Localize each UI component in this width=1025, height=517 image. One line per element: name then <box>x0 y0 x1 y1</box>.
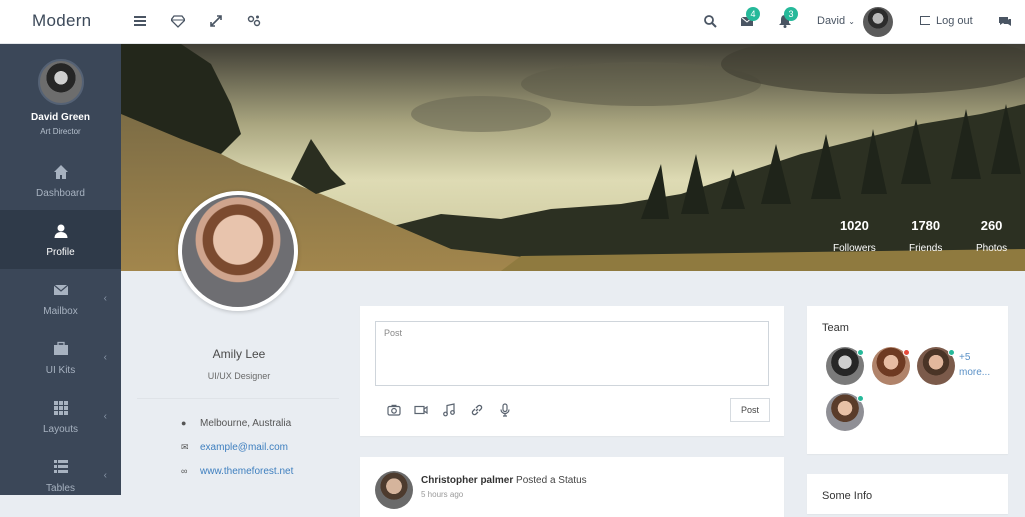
stat-value: 1020 <box>839 218 869 233</box>
stat-label: Friends <box>909 243 943 254</box>
chevron-left-icon: ‹ <box>103 293 107 304</box>
chevron-down-icon: ⌄ <box>848 17 855 26</box>
profile-avatar[interactable] <box>178 191 298 311</box>
profile-location: ● Melbourne, Australia <box>181 418 291 429</box>
user-menu-name: David <box>817 15 846 27</box>
chevron-left-icon: ‹ <box>103 352 107 363</box>
status-dot <box>903 349 910 356</box>
stat-photos[interactable]: 260 Photos <box>976 218 1007 254</box>
sidebar-user-name: David Green <box>31 112 90 123</box>
sidebar-avatar[interactable] <box>38 59 84 105</box>
user-icon <box>54 224 67 238</box>
team-title: Team <box>822 322 849 334</box>
stat-value: 1780 <box>911 218 941 233</box>
feed-author-line: Christopher palmer Posted a Status <box>421 475 587 486</box>
feed-post-card: Christopher palmer Posted a Status 5 hou… <box>360 457 784 517</box>
logout-icon <box>920 16 930 25</box>
profile-role: UI/UX Designer <box>207 371 271 381</box>
diamond-icon[interactable] <box>171 14 185 28</box>
team-member-avatar[interactable] <box>872 347 910 385</box>
team-more-count: +5 <box>959 352 971 363</box>
team-member-avatar[interactable] <box>826 393 864 431</box>
avatar[interactable] <box>375 471 413 509</box>
grid-icon <box>53 401 68 415</box>
menu-icon[interactable] <box>133 14 147 28</box>
briefcase-icon <box>53 341 68 355</box>
chat-icon[interactable] <box>998 14 1012 28</box>
post-textarea[interactable]: Post <box>375 321 769 386</box>
stat-value: 260 <box>980 218 1003 233</box>
search-icon[interactable] <box>703 14 717 28</box>
notification-count-badge: 3 <box>784 7 798 21</box>
status-dot <box>857 395 864 402</box>
sidebar-item-label: UI Kits <box>45 365 76 376</box>
sidebar-item-profile[interactable]: Profile <box>0 210 121 269</box>
chevron-left-icon: ‹ <box>103 411 107 422</box>
link-icon: ∞ <box>181 466 188 476</box>
logout-label: Log out <box>936 15 973 27</box>
divider <box>137 398 339 399</box>
post-placeholder: Post <box>384 328 403 338</box>
team-member-avatar[interactable] <box>826 347 864 385</box>
stat-friends[interactable]: 1780 Friends <box>909 218 942 254</box>
team-card: Team +5 more... <box>807 306 1008 454</box>
sidebar-item-label: Profile <box>46 247 75 258</box>
profile-email-text: example@mail.com <box>200 442 288 453</box>
sidebar-item-ui-kits[interactable]: UI Kits ‹ <box>0 328 121 387</box>
bell-icon[interactable]: 3 <box>778 7 798 28</box>
stat-label: Photos <box>976 243 1008 254</box>
list-icon <box>53 460 68 473</box>
post-composer-card: Post Post <box>360 306 784 436</box>
envelope-icon: ✉ <box>181 442 189 452</box>
team-more-label: more... <box>959 367 991 378</box>
sidebar: David Green Art Director Dashboard Profi… <box>0 44 121 495</box>
sidebar-item-dashboard[interactable]: Dashboard <box>0 151 121 210</box>
profile-email[interactable]: ✉ example@mail.com <box>181 442 288 453</box>
status-dot <box>948 349 955 356</box>
sidebar-item-label: Tables <box>46 483 75 494</box>
profile-website[interactable]: ∞ www.themeforest.net <box>181 466 293 477</box>
avatar[interactable] <box>863 7 893 37</box>
stat-followers[interactable]: 1020 Followers <box>833 218 876 254</box>
stat-label: Followers <box>833 243 876 254</box>
team-member-avatar[interactable] <box>917 347 955 385</box>
profile-name: Amily Lee <box>212 347 266 361</box>
envelope-icon <box>53 284 68 295</box>
microphone-icon[interactable] <box>498 403 512 417</box>
post-button[interactable]: Post <box>730 398 770 422</box>
sidebar-item-label: Mailbox <box>43 306 78 317</box>
map-marker-icon: ● <box>181 418 187 428</box>
profile-location-text: Melbourne, Australia <box>200 418 292 429</box>
chevron-left-icon: ‹ <box>103 470 107 481</box>
camera-icon[interactable] <box>387 403 401 417</box>
expand-icon[interactable] <box>209 14 223 28</box>
sidebar-item-tables[interactable]: Tables ‹ <box>0 446 121 505</box>
info-title: Some Info <box>822 490 873 502</box>
app-logo[interactable]: Modern <box>32 11 91 31</box>
top-navbar: Modern 4 3 David ⌄ Log out <box>0 0 1025 44</box>
user-menu[interactable]: David ⌄ <box>817 15 855 27</box>
feed-action: Posted a Status <box>516 475 587 486</box>
sidebar-user-role: Art Director <box>40 127 81 136</box>
team-more-link[interactable]: +5 more... <box>959 350 990 380</box>
feed-author-name[interactable]: Christopher palmer <box>421 475 513 486</box>
sidebar-item-mailbox[interactable]: Mailbox ‹ <box>0 269 121 328</box>
mail-icon[interactable]: 4 <box>740 7 760 28</box>
sidebar-item-label: Dashboard <box>36 188 85 199</box>
video-icon[interactable] <box>414 403 428 417</box>
sidebar-item-layouts[interactable]: Layouts ‹ <box>0 387 121 446</box>
info-card: Some Info <box>807 474 1008 514</box>
link-icon[interactable] <box>470 403 484 417</box>
logout-link[interactable]: Log out <box>920 15 973 27</box>
share-icon[interactable] <box>247 14 261 28</box>
profile-website-text: www.themeforest.net <box>200 466 294 477</box>
mail-count-badge: 4 <box>746 7 760 21</box>
sidebar-item-label: Layouts <box>42 424 79 435</box>
music-icon[interactable] <box>442 403 456 417</box>
home-icon <box>53 165 68 179</box>
status-dot <box>857 349 864 356</box>
